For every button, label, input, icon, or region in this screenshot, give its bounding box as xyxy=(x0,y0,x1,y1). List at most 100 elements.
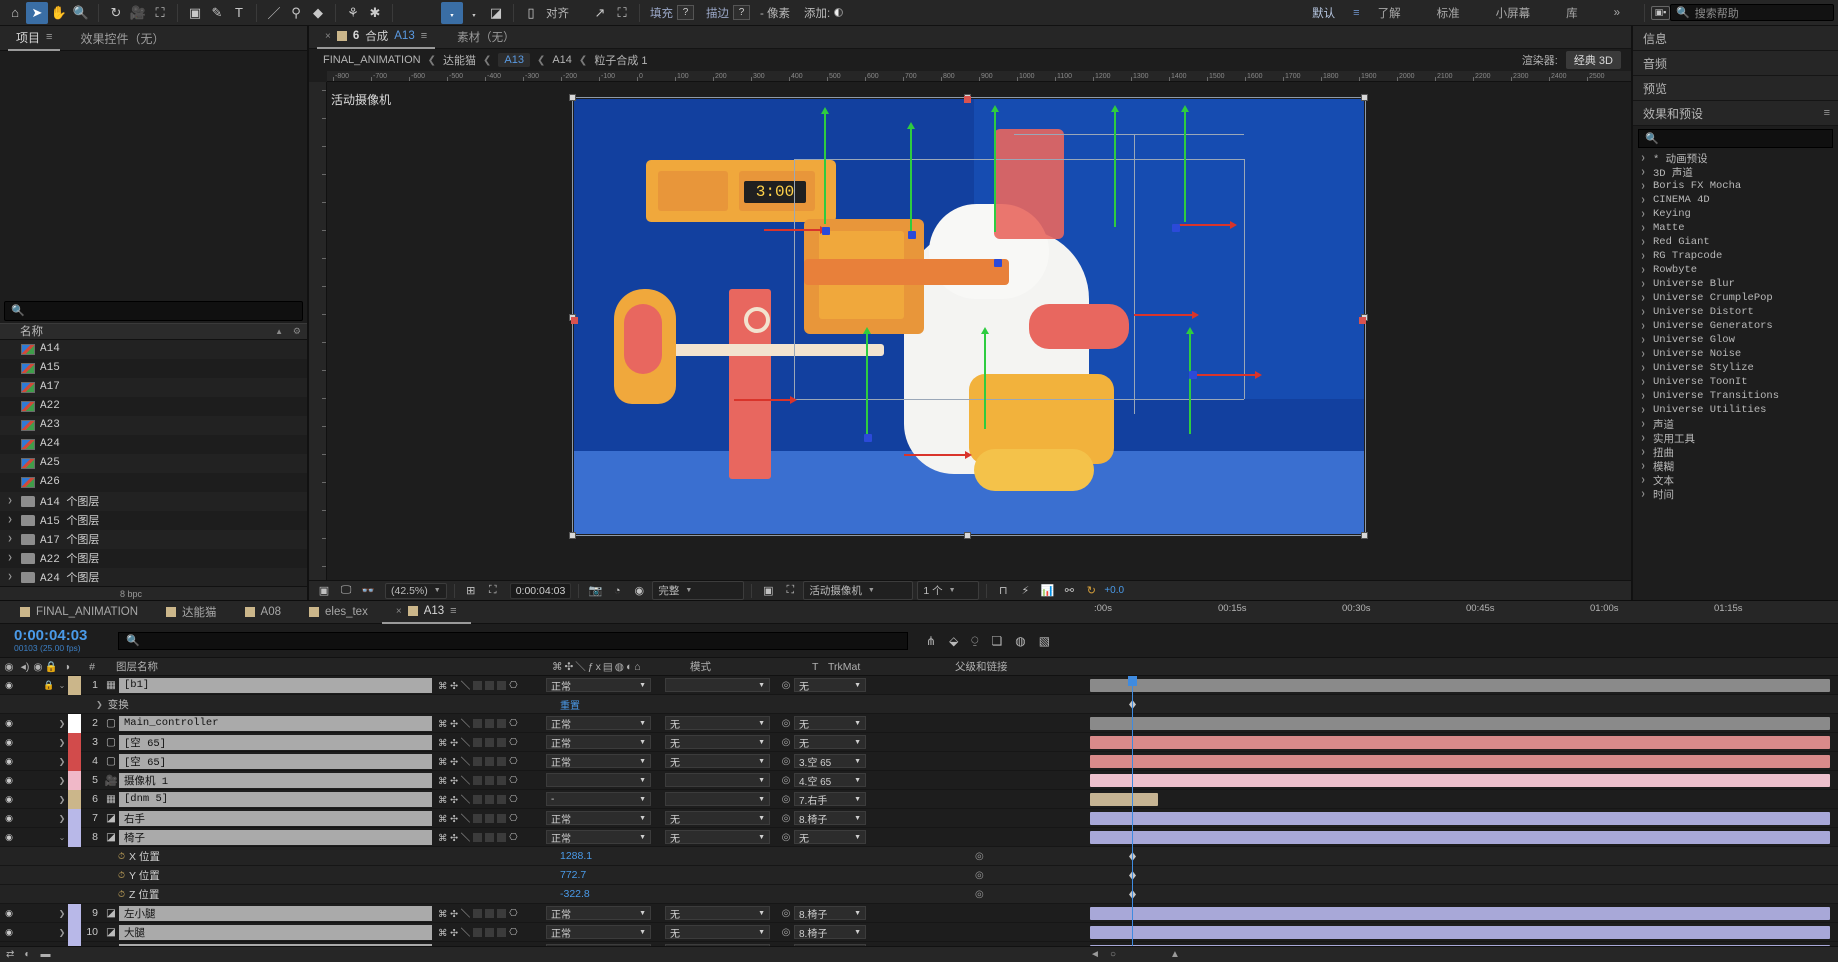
parent-pickwhip-icon[interactable]: ◎ xyxy=(778,794,794,805)
y-axis-gizmo[interactable] xyxy=(907,122,915,234)
effects-category-item[interactable]: ❯ Boris FX Mocha xyxy=(1633,179,1838,193)
bbox-handle[interactable] xyxy=(569,94,576,101)
timeline-zoom-minus-icon[interactable]: ◄ xyxy=(1090,949,1100,960)
grid-guides-icon[interactable]: ⊞ xyxy=(462,583,480,599)
parent-pickwhip-icon[interactable]: ◎ xyxy=(778,813,794,824)
close-icon[interactable]: × xyxy=(325,31,331,42)
project-list-item[interactable]: A14 xyxy=(0,339,307,359)
layer-duration-bar[interactable] xyxy=(1090,736,1830,749)
bbox-handle[interactable] xyxy=(569,532,576,539)
effects-category-item[interactable]: ❯ Universe Transitions xyxy=(1633,389,1838,403)
chevron-right-icon[interactable]: ❯ xyxy=(1641,406,1648,415)
chevron-right-icon[interactable]: ❯ xyxy=(1641,490,1648,499)
y-axis-gizmo[interactable] xyxy=(1181,105,1189,222)
chevron-right-icon[interactable]: ❯ xyxy=(1641,210,1648,219)
parent-pickwhip-icon[interactable]: ◎ xyxy=(778,737,794,748)
effects-category-item[interactable]: ❯ Matte xyxy=(1633,221,1838,235)
layer-blend-mode-select[interactable]: 正常▼ xyxy=(546,944,651,946)
layer-expand-arrow-icon[interactable]: ❯ xyxy=(56,757,68,766)
project-list-item[interactable]: ❯ A14 个图层 xyxy=(0,491,307,511)
parent-pickwhip-icon[interactable]: ◎ xyxy=(778,756,794,767)
z-axis-gizmo[interactable] xyxy=(1189,371,1197,379)
project-list-item[interactable]: ❯ A15 个图层 xyxy=(0,510,307,530)
y-axis-gizmo[interactable] xyxy=(821,107,829,224)
chevron-right-icon[interactable]: ❯ xyxy=(1641,280,1648,289)
magnification-select[interactable]: (42.5%) ▼ xyxy=(385,582,447,599)
roto-brush-tool-icon[interactable]: ⚘ xyxy=(342,2,364,24)
close-icon[interactable]: × xyxy=(396,606,402,617)
refine-edge-tool-icon[interactable]: ✱ xyxy=(364,2,386,24)
parent-pickwhip-icon[interactable]: ◎ xyxy=(778,680,794,691)
layer-switches[interactable]: ⌘ ✣ ＼ ⎔ xyxy=(432,754,540,769)
breadcrumb-item-0[interactable]: FINAL_ANIMATION xyxy=(323,54,421,66)
workspace-layout-icon[interactable]: ▣▪ xyxy=(1651,5,1670,20)
tab-composition-a13[interactable]: × 6 合成 A13 ≡ xyxy=(317,26,436,49)
layer-track-matte-select[interactable]: ▼ xyxy=(665,678,770,692)
x-axis-gizmo[interactable] xyxy=(1174,221,1237,229)
layer-label-color[interactable] xyxy=(68,770,81,790)
anchor-marker[interactable] xyxy=(964,96,971,103)
expand-arrow-icon[interactable]: ❯ xyxy=(96,700,103,709)
timeline-tab[interactable]: eles_tex xyxy=(295,601,382,624)
chevron-right-icon[interactable]: ❯ xyxy=(1641,420,1648,429)
x-axis-gizmo[interactable] xyxy=(904,451,972,459)
layer-name[interactable]: 摄像机 1 xyxy=(119,772,432,788)
timeline-playhead[interactable] xyxy=(1128,676,1137,946)
effects-category-item[interactable]: ❯ Universe CrumplePop xyxy=(1633,291,1838,305)
selection-tool-icon[interactable]: ➤ xyxy=(26,1,48,24)
selection-bounding-box[interactable] xyxy=(572,97,1366,536)
layer-label-color[interactable] xyxy=(68,732,81,752)
transparency-grid-icon[interactable]: ▣ xyxy=(759,583,777,599)
effects-category-item[interactable]: ❯ Red Giant xyxy=(1633,235,1838,249)
layer-video-toggle[interactable]: ◉ xyxy=(0,927,18,938)
layer-parent-select[interactable]: 无 ▼ xyxy=(794,678,866,693)
layer-switches[interactable]: ⌘ ✣ ＼ ⎔ xyxy=(432,906,540,921)
layer-blend-mode-select[interactable]: ▼ xyxy=(546,773,651,787)
layer-label-color[interactable] xyxy=(68,903,81,923)
effects-category-item[interactable]: ❯ Universe Stylize xyxy=(1633,361,1838,375)
z-axis-gizmo[interactable] xyxy=(864,434,872,442)
effects-category-item[interactable]: ❯ * 动画预设 xyxy=(1633,151,1838,166)
timeline-tab[interactable]: × A13 ≡ xyxy=(381,601,471,624)
show-snapshot-icon[interactable]: ◔ xyxy=(608,583,626,599)
property-value[interactable]: -322.8 xyxy=(560,888,590,900)
parent-pickwhip-icon[interactable]: ◎ xyxy=(975,851,984,862)
tab-footage[interactable]: 素材（无） xyxy=(449,26,523,49)
add-dropdown-icon[interactable] xyxy=(834,8,844,17)
effects-category-item[interactable]: ❯ 模糊 xyxy=(1633,459,1838,474)
z-axis-gizmo[interactable] xyxy=(908,231,916,239)
layer-video-toggle[interactable]: ◉ xyxy=(0,737,18,748)
layer-blend-mode-select[interactable]: 正常▼ xyxy=(546,811,651,826)
timeline-tab[interactable]: 达能猫 xyxy=(152,601,231,624)
camera-tool-icon[interactable]: 🎥 xyxy=(127,2,149,24)
main-view-icon[interactable]: 🖵 xyxy=(337,583,355,599)
sort-caret-icon[interactable]: ▲ xyxy=(275,327,283,336)
layer-name[interactable]: 左小腿 xyxy=(119,905,432,921)
layer-blend-mode-select[interactable]: 正常▼ xyxy=(546,906,651,921)
search-help-input[interactable]: 🔍 搜索帮助 xyxy=(1670,4,1834,21)
shape-tool-icon[interactable]: ▣ xyxy=(184,2,206,24)
project-list-item[interactable]: A26 xyxy=(0,472,307,492)
layer-parent-select[interactable]: 3.空 65 ▼ xyxy=(794,754,866,769)
breadcrumb-item-1[interactable]: 达能猫 xyxy=(443,52,476,68)
hide-shy-layers-icon[interactable]: ⍜ xyxy=(971,633,978,648)
mask-feather-tool-icon[interactable]: ↗ xyxy=(589,2,611,24)
layer-name[interactable]: 大腿 xyxy=(119,924,432,940)
composition-viewer[interactable]: -800 -700 -600 -500 -400 -300 -200 -100 0 100 200 3… xyxy=(309,71,1631,580)
chevron-right-icon[interactable]: ❯ xyxy=(1641,294,1648,303)
expand-arrow-icon[interactable]: ❯ xyxy=(4,572,16,582)
layer-label-color[interactable] xyxy=(68,751,81,771)
chevron-right-icon[interactable]: ❯ xyxy=(1641,322,1648,331)
panel-audio[interactable]: 音频 xyxy=(1633,51,1838,76)
timeline-tab[interactable]: FINAL_ANIMATION xyxy=(6,601,152,624)
layer-parent-select[interactable]: 无 ▼ xyxy=(794,716,866,731)
layer-duration-bar[interactable] xyxy=(1090,679,1830,692)
property-value[interactable]: 772.7 xyxy=(560,869,586,881)
parent-pickwhip-icon[interactable]: ◎ xyxy=(778,927,794,938)
layer-parent-select[interactable]: 8.椅子▼ xyxy=(794,944,866,946)
x-axis-gizmo[interactable] xyxy=(764,226,827,234)
layer-parent-select[interactable]: 无 ▼ xyxy=(794,830,866,845)
layer-blend-mode-select[interactable]: 正常▼ xyxy=(546,678,651,693)
workspace-learn[interactable]: 了解 xyxy=(1360,5,1419,21)
layer-duration-bar[interactable] xyxy=(1090,926,1830,939)
